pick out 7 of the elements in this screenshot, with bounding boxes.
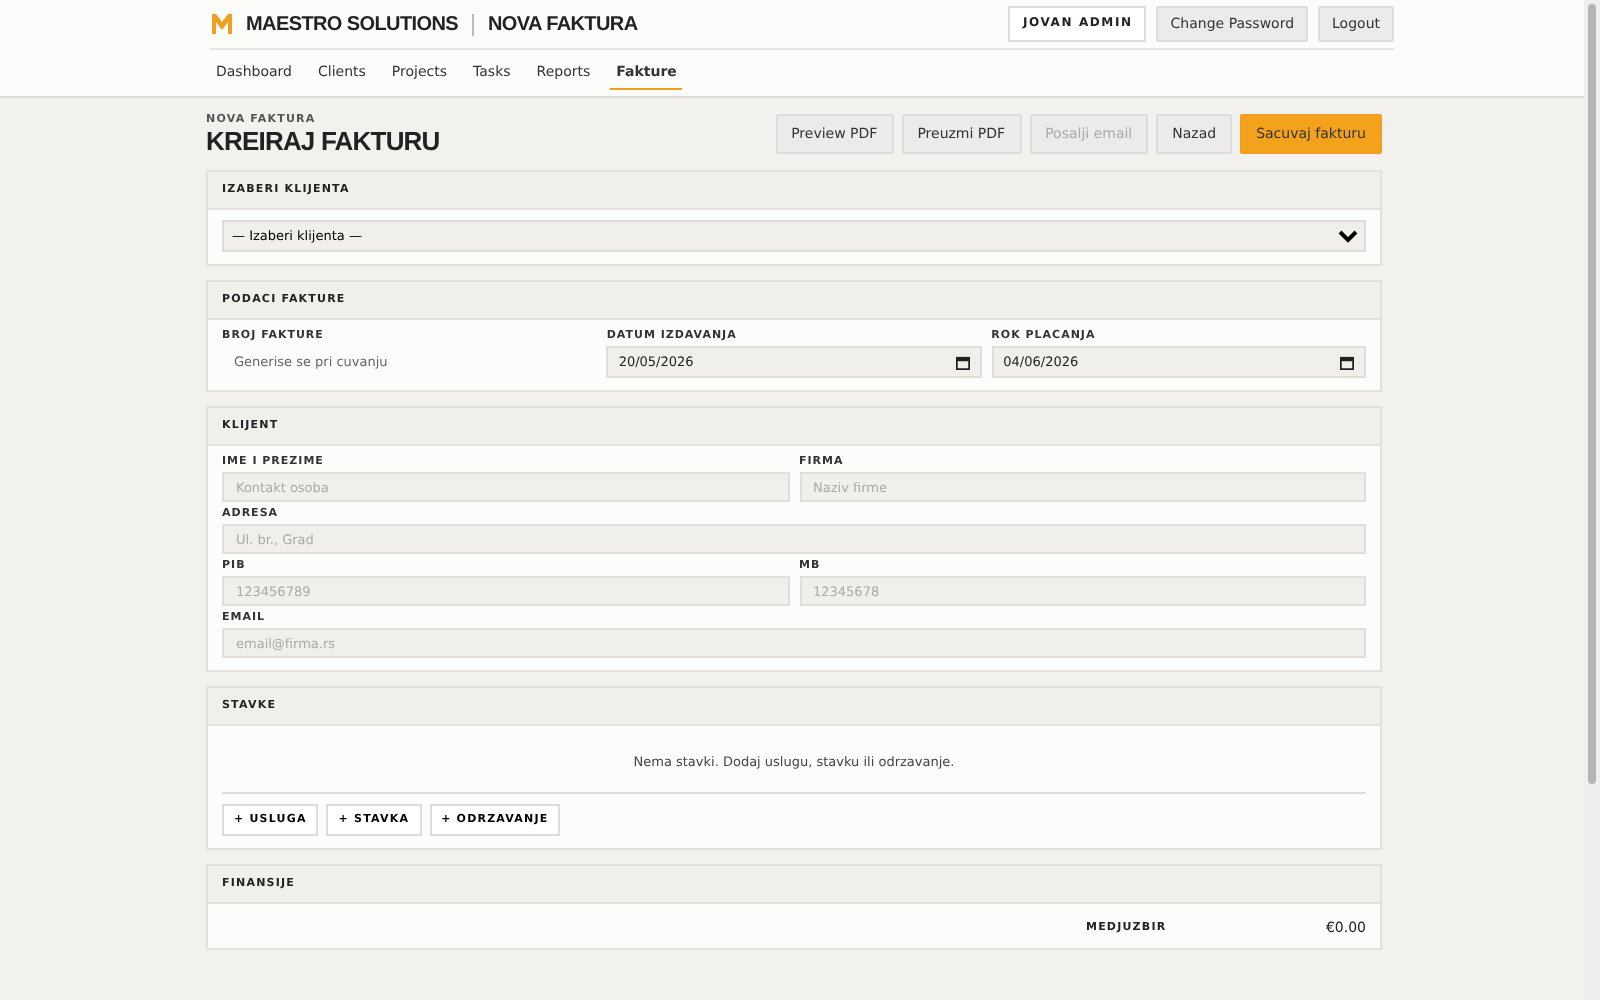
brand-name: MAESTRO SOLUTIONS — [246, 13, 459, 35]
calendar-icon — [955, 355, 970, 369]
calendar-icon — [1339, 355, 1354, 369]
page-title: KREIRAJ FAKTURU — [206, 126, 440, 156]
logo-icon — [210, 12, 234, 36]
page-name: NOVA FAKTURA — [488, 13, 638, 35]
scrollbar[interactable] — [1584, 0, 1600, 1000]
